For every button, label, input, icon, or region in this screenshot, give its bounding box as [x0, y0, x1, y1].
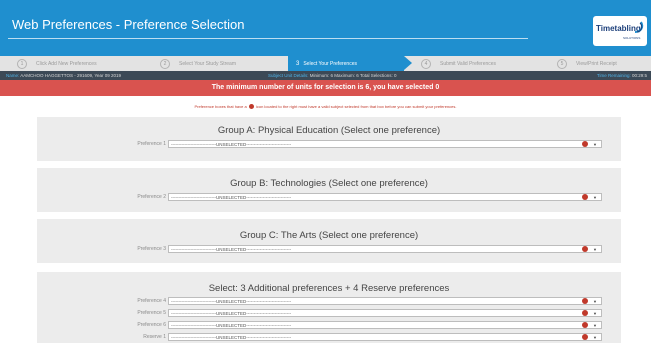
preference-label: Preference 1 [137, 141, 166, 147]
name-value: AAMCHOO HAGGETTOS - 291609, Year 09 2019 [20, 73, 121, 78]
note-text-before: Preference boxes that have a [194, 104, 247, 109]
preference-label: Preference 4 [137, 298, 166, 304]
required-icon [582, 246, 588, 252]
preference-select[interactable]: ------------------------------UNSELECTED… [168, 297, 602, 305]
preference-row: Preference 5 ---------------------------… [37, 309, 621, 319]
step-label: Submit Valid Preferences [440, 60, 497, 67]
step-3-active: 3 Select Your Preferences [288, 56, 412, 71]
group-heading: Group C: The Arts (Select one preference… [239, 230, 419, 241]
step-number: 5 [557, 58, 567, 69]
preference-label: Preference 2 [137, 194, 166, 200]
chevron-down-icon: ▼ [593, 323, 597, 328]
required-icon [582, 298, 588, 304]
chevron-down-icon: ▼ [593, 247, 597, 252]
reserve-select[interactable]: ------------------------------UNSELECTED… [168, 333, 602, 341]
step-number: 2 [160, 58, 170, 69]
step-number: 3 [296, 60, 300, 67]
preference-label: Preference 3 [137, 246, 166, 252]
select-value: ------------------------------UNSELECTED… [171, 323, 292, 328]
student-name: Name: AAMCHOO HAGGETTOS - 291609, Year 0… [6, 73, 121, 78]
reserve-row: Reserve 1 ------------------------------… [37, 333, 621, 343]
select-value: ------------------------------UNSELECTED… [171, 311, 292, 316]
step-label: Select Your Preferences [303, 60, 357, 67]
time-key: Time Remaining: [596, 73, 631, 78]
subject-unit-details: Subject Unit Details: Minimum: 6 Maximum… [268, 73, 397, 78]
chevron-down-icon: ▼ [593, 311, 597, 316]
chevron-down-icon: ▼ [593, 195, 597, 200]
preference-row: Preference 4 ---------------------------… [37, 297, 621, 307]
select-value: ------------------------------UNSELECTED… [171, 299, 292, 304]
select-value: ------------------------------UNSELECTED… [171, 247, 292, 252]
step-label: Select Your Study Stream [179, 60, 236, 67]
additional-preferences-panel: Select: 3 Additional preferences + 4 Res… [37, 272, 621, 343]
chevron-down-icon: ▼ [593, 335, 597, 340]
step-2: 2 Select Your Study Stream [160, 56, 236, 71]
time-remaining: Time Remaining: 00:29:5 [597, 73, 647, 78]
note-text-after: icon located to the right must have a va… [255, 104, 457, 109]
preference-label: Preference 6 [137, 322, 166, 328]
step-1: 1 Click Add New Preferences [17, 56, 97, 71]
preference-row: Preference 2 ---------------------------… [37, 193, 621, 203]
step-number: 1 [17, 58, 27, 69]
select-value: ------------------------------UNSELECTED… [171, 335, 292, 340]
title-underline [8, 38, 528, 39]
preference-select[interactable]: ------------------------------UNSELECTED… [168, 309, 602, 317]
preference-select[interactable]: ------------------------------UNSELECTED… [168, 321, 602, 329]
required-note: Preference boxes that have a icon locate… [0, 104, 651, 110]
preference-select[interactable]: ------------------------------UNSELECTED… [168, 140, 602, 148]
chevron-down-icon: ▼ [593, 299, 597, 304]
select-value: ------------------------------UNSELECTED… [171, 195, 292, 200]
required-icon [582, 322, 588, 328]
select-value: ------------------------------UNSELECTED… [171, 142, 292, 147]
reserve-label: Reserve 1 [143, 334, 166, 340]
group-heading: Group A: Physical Education (Select one … [217, 125, 441, 136]
preference-select[interactable]: ------------------------------UNSELECTED… [168, 193, 602, 201]
timetabling-logo: Timetabling SOLUTIONS [593, 16, 647, 46]
logo-subtext: SOLUTIONS [623, 36, 641, 40]
required-icon [582, 334, 588, 340]
name-key: Name: [6, 73, 20, 78]
group-heading: Group B: Technologies (Select one prefer… [230, 178, 428, 189]
preference-row: Preference 3 ---------------------------… [37, 245, 621, 255]
progress-steps: 1 Click Add New Preferences 2 Select You… [0, 56, 651, 71]
required-icon [248, 104, 254, 110]
logo-swirl-icon [634, 21, 644, 33]
selection-alert: The minimum number of units for selectio… [0, 80, 651, 96]
required-icon [582, 310, 588, 316]
details-key: Subject Unit Details: [268, 73, 309, 78]
group-b-panel: Group B: Technologies (Select one prefer… [37, 168, 621, 212]
group-c-panel: Group C: The Arts (Select one preference… [37, 219, 621, 263]
page-title: Web Preferences - Preference Selection [12, 17, 245, 32]
step-4: 4 Submit Valid Preferences [421, 56, 496, 71]
step-5: 5 View/Print Receipt [557, 56, 617, 71]
group-a-panel: Group A: Physical Education (Select one … [37, 117, 621, 161]
required-icon [582, 141, 588, 147]
step-label: Click Add New Preferences [36, 60, 97, 67]
student-info-bar: Name: AAMCHOO HAGGETTOS - 291609, Year 0… [0, 71, 651, 80]
preference-label: Preference 5 [137, 310, 166, 316]
app-header: Web Preferences - Preference Selection T… [0, 0, 651, 56]
step-label: View/Print Receipt [576, 60, 617, 67]
chevron-down-icon: ▼ [593, 142, 597, 147]
group-heading: Select: 3 Additional preferences + 4 Res… [208, 283, 450, 294]
step-number: 4 [421, 58, 431, 69]
preference-row: Preference 1 ---------------------------… [37, 140, 621, 150]
preference-row: Preference 6 ---------------------------… [37, 321, 621, 331]
preference-select[interactable]: ------------------------------UNSELECTED… [168, 245, 602, 253]
time-value: 00:29:5 [631, 73, 647, 78]
required-icon [582, 194, 588, 200]
details-value: Minimum: 6 Maximum: 6 Total Selections: … [309, 73, 397, 78]
